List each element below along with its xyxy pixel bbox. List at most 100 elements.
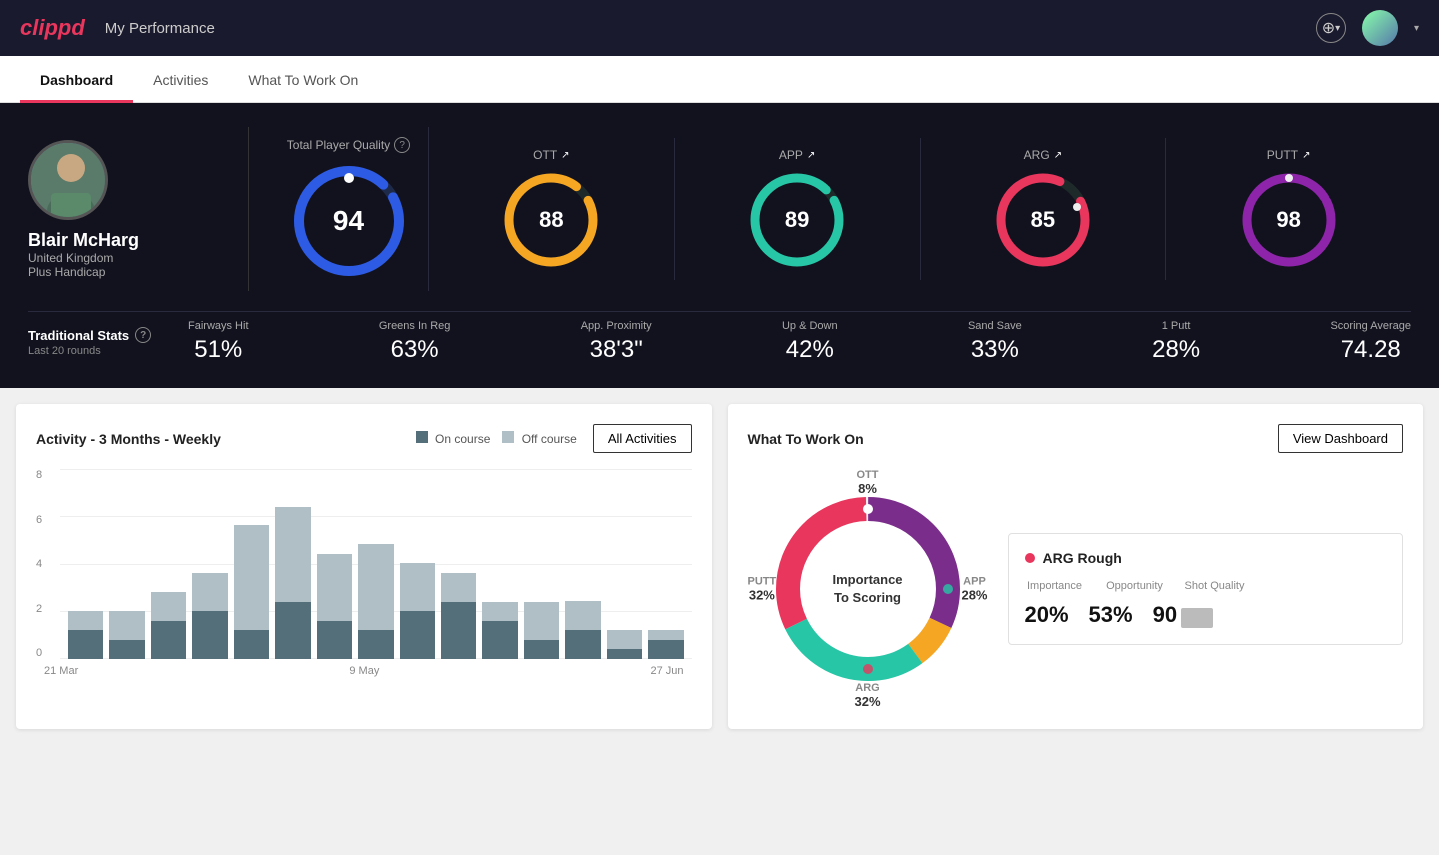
stat-item: Greens In Reg63% [379,320,451,364]
app-value: 89 [785,207,809,233]
bar-on-course [68,630,103,659]
all-activities-button[interactable]: All Activities [593,424,692,453]
info-metric-header: Shot Quality [1185,580,1245,592]
ott-label: OTT ↗ [533,148,569,162]
putt-label: PUTT ↗ [1267,148,1311,162]
stats-info-icon[interactable]: ? [135,327,151,343]
stat-item: Fairways Hit51% [188,320,249,364]
bar-off-course [151,592,186,621]
user-avatar-button[interactable] [1362,10,1398,46]
tpq-info-icon[interactable]: ? [394,137,410,153]
app-arrow-icon: ↗ [807,150,815,161]
bottom-row: Activity - 3 Months - Weekly On course O… [0,388,1439,745]
ott-arrow-icon: ↗ [561,150,569,161]
traditional-stats-title: Traditional Stats ? [28,327,188,343]
off-course-dot [502,431,514,443]
app-metric: APP ↗ 89 [675,138,921,280]
header-left: clippd My Performance [20,15,215,41]
info-metric-header: Importance [1025,580,1085,592]
bar-group [565,469,600,659]
bar-off-course [317,554,352,621]
bar-off-course [358,544,393,630]
bar-on-course [607,649,642,659]
view-dashboard-button[interactable]: View Dashboard [1278,424,1403,453]
stat-items: Fairways Hit51% Greens In Reg63% App. Prox… [188,320,1411,364]
chart-xaxis: 21 Mar 9 May 27 Jun [36,665,692,677]
info-card-title: ARG Rough [1025,550,1387,566]
putt-arrow-icon: ↗ [1302,150,1310,161]
tpq-metric: Total Player Quality ? 94 [269,127,429,291]
bar-off-course [68,611,103,630]
chart-title: Activity - 3 Months - Weekly [36,431,221,447]
stat-item: 1 Putt28% [1152,320,1200,364]
stat-label-group: Traditional Stats ? Last 20 rounds [28,327,188,357]
stat-item: App. Proximity38'3" [581,320,652,364]
on-course-legend: On course [416,431,491,446]
bar-on-course [109,640,144,659]
bar-group [441,469,476,659]
tab-activities[interactable]: Activities [133,56,228,103]
bar-off-course [109,611,144,640]
stat-subtitle: Last 20 rounds [28,345,188,357]
bar-off-course [607,630,642,649]
info-metrics: 20% 53% 90 [1025,602,1387,628]
dropdown-icon: ▾ [1335,23,1340,34]
info-metric-value: 20% [1025,602,1069,628]
bar-off-course [565,601,600,630]
bar-off-course [441,573,476,602]
bar-on-course [400,611,435,659]
info-card: ARG Rough Importance Opportunity Shot Qual… [1008,533,1404,645]
tpq-ring: 94 [289,161,409,281]
bar-off-course [192,573,227,611]
bar-on-course [648,640,683,659]
header-title: My Performance [105,20,215,37]
wtwo-title: What To Work On [748,431,864,447]
putt-ring: 98 [1239,170,1339,270]
bar-group [234,469,269,659]
info-metric-value: 53% [1089,602,1133,628]
chart-yaxis: 0 2 4 6 8 [36,469,56,659]
bar-off-course [648,630,683,640]
bar-group [358,469,393,659]
stat-item: Scoring Average74.28 [1330,320,1411,364]
tpq-label: Total Player Quality ? [287,137,410,153]
chart-legend: On course Off course [416,431,577,446]
vertical-divider [248,127,249,291]
avatar-dropdown-icon: ▾ [1414,23,1419,34]
header: clippd My Performance ⊕ ▾ ▾ [0,0,1439,56]
add-button[interactable]: ⊕ ▾ [1316,13,1346,43]
tab-what-to-work-on[interactable]: What To Work On [228,56,378,103]
bar-on-course [524,640,559,659]
stat-item: Sand Save33% [968,320,1022,364]
bar-on-course [482,621,517,659]
ott-metric: OTT ↗ 88 [429,138,675,280]
tab-dashboard[interactable]: Dashboard [20,56,133,103]
bar-on-course [317,621,352,659]
bar-on-course [441,602,476,659]
app-label: APP ↗ [779,148,815,162]
performance-panel: Blair McHarg United Kingdom Plus Handica… [0,103,1439,388]
wtwo-content: OTT 8% APP 28% ARG 32% PUTT [748,469,1404,709]
tpq-value: 94 [333,205,364,237]
bar-group [151,469,186,659]
chart-header: Activity - 3 Months - Weekly On course O… [36,424,692,453]
performance-top: Blair McHarg United Kingdom Plus Handica… [28,127,1411,291]
bar-group [607,469,642,659]
app-ring: 89 [747,170,847,270]
bar-group [524,469,559,659]
activity-chart-panel: Activity - 3 Months - Weekly On course O… [16,404,712,729]
bar-on-course [275,602,310,659]
ott-value: 88 [539,207,563,233]
bar-on-course [234,630,269,659]
bar-group [482,469,517,659]
bar-off-course [482,602,517,621]
red-dot-icon [1025,553,1035,563]
arg-ring: 85 [993,170,1093,270]
bar-on-course [358,630,393,659]
info-metric-value: 90 [1153,602,1213,628]
bar-off-course [234,525,269,630]
bar-on-course [151,621,186,659]
bar-group [648,469,683,659]
bar-group [275,469,310,659]
info-metric-header: Opportunity [1105,580,1165,592]
